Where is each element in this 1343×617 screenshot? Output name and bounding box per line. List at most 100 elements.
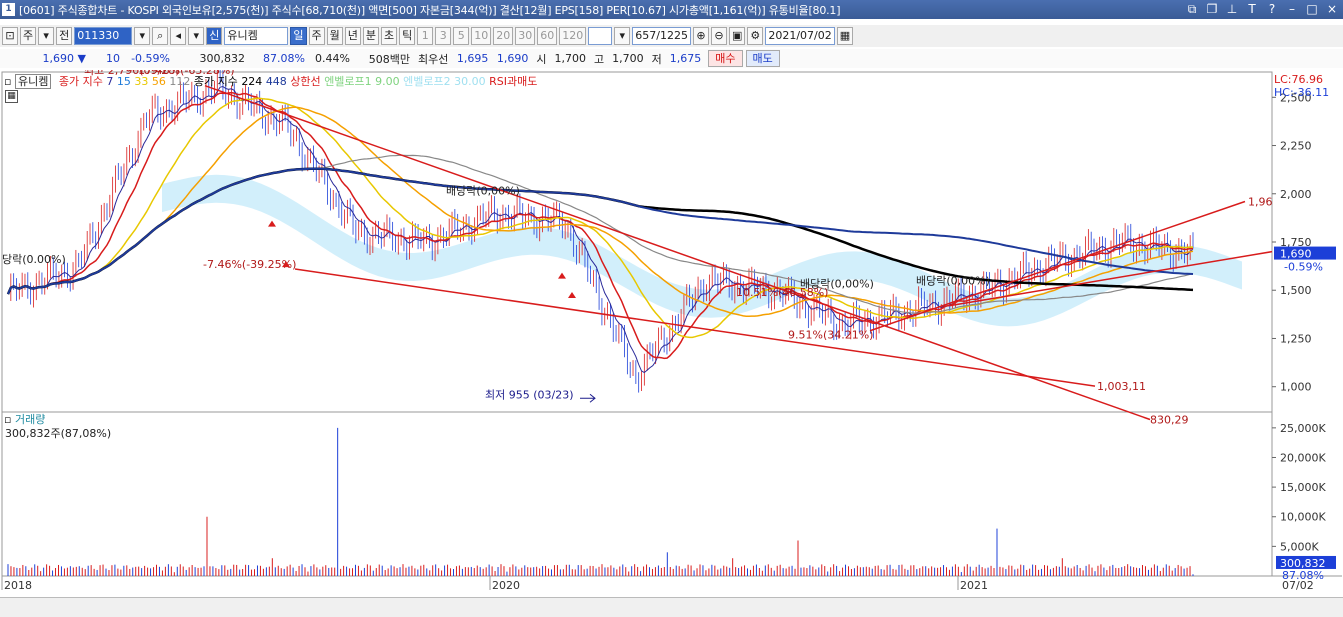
legend-ma448: 448 bbox=[265, 75, 287, 88]
interval-custom-input[interactable] bbox=[588, 27, 613, 45]
best-bid: 1,690 bbox=[496, 52, 529, 65]
grid-toggle-icon[interactable]: ▦ bbox=[5, 90, 18, 103]
price-axis-label: 2,000 bbox=[1280, 188, 1312, 201]
calendar-icon[interactable]: ▦ bbox=[836, 27, 854, 45]
legend-rsi: RSI과매도 bbox=[489, 75, 538, 88]
legend-ma56: 56 bbox=[151, 75, 166, 88]
data-count-input[interactable]: 657/1225 bbox=[632, 27, 691, 45]
legend-stock-name: 유니켐 bbox=[14, 74, 52, 89]
interval-10[interactable]: 10 bbox=[471, 27, 492, 45]
buy-button[interactable]: 매수 bbox=[708, 50, 743, 67]
trendline-label-2: 1,003,11 bbox=[1097, 380, 1146, 393]
tab-week[interactable]: 주 bbox=[308, 27, 325, 45]
font-icon[interactable]: T bbox=[1245, 1, 1259, 17]
search-icon[interactable]: ⌕ bbox=[152, 27, 169, 45]
interval-1[interactable]: 1 bbox=[417, 27, 434, 45]
high-label: 고 bbox=[594, 52, 605, 66]
market-badge: 신 bbox=[206, 27, 223, 45]
best-ask: 1,695 bbox=[456, 52, 489, 65]
minimize-icon[interactable]: – bbox=[1285, 1, 1299, 17]
current-price-axis-label: 1,690 bbox=[1280, 248, 1312, 261]
volume-axis-label: 5,000K bbox=[1280, 540, 1319, 553]
save-icon[interactable]: ▣ bbox=[728, 27, 746, 45]
tab-day[interactable]: 일 bbox=[290, 27, 307, 45]
window-title-bar: 1 [0601] 주식종합차트 - KOSPI 외국인보유[2,575(천)] … bbox=[0, 0, 1343, 19]
turnover-ratio: 0.44% bbox=[315, 52, 350, 65]
period-select[interactable]: 주 bbox=[20, 27, 37, 45]
pin-icon[interactable]: ⊥ bbox=[1225, 1, 1239, 17]
interval-20[interactable]: 20 bbox=[493, 27, 514, 45]
stock-code-input[interactable]: 011330 bbox=[74, 27, 133, 45]
interval-60[interactable]: 60 bbox=[537, 27, 558, 45]
date-input[interactable]: 2021/07/02 bbox=[765, 27, 835, 45]
interval-30[interactable]: 30 bbox=[515, 27, 536, 45]
interval-3[interactable]: 3 bbox=[435, 27, 452, 45]
low-arrow-icon bbox=[580, 393, 596, 403]
chart-toolbar: ⊡ 주 ▾ 전 011330 ▾ ⌕ ◂ ▾ 신 유니켐 일 주 월 년 분 초… bbox=[0, 25, 1343, 47]
legend-ma15: 15 bbox=[116, 75, 131, 88]
dividend-annotation-left: 당락(0.00%) bbox=[2, 253, 66, 266]
price-change: 10 bbox=[106, 52, 120, 65]
price-axis-label: 1,250 bbox=[1280, 332, 1312, 345]
price-axis-label: 1,000 bbox=[1280, 381, 1312, 394]
link-icon[interactable]: ⧉ bbox=[1185, 1, 1199, 17]
tab-second[interactable]: 초 bbox=[381, 27, 398, 45]
ma56-line bbox=[7, 106, 1194, 317]
dropdown-arrow-icon[interactable]: ▾ bbox=[38, 27, 55, 45]
interval-dropdown-icon[interactable]: ▾ bbox=[614, 27, 631, 45]
buy-signal-arrow-icon bbox=[268, 220, 276, 227]
low-label: 저 bbox=[651, 52, 662, 66]
tab-minute[interactable]: 분 bbox=[362, 27, 379, 45]
current-change-axis-label: -0.59% bbox=[1284, 261, 1323, 274]
low-annotation: 최저 955 (03/23) bbox=[485, 388, 574, 401]
lc-label: LC:76.96 bbox=[1274, 73, 1324, 86]
price-axis-label: 1,500 bbox=[1280, 284, 1312, 297]
sell-button[interactable]: 매도 bbox=[745, 50, 780, 67]
trendline-label-1: 1,96 bbox=[1248, 195, 1273, 208]
dividend-annotation-mid: 배당락(0,00%) bbox=[446, 185, 520, 198]
interval-120[interactable]: 120 bbox=[559, 27, 587, 45]
sound-icon[interactable]: ◂ bbox=[170, 27, 187, 45]
zoom-out-icon[interactable]: ⊖ bbox=[710, 27, 727, 45]
time-axis-end-label: 07/02 bbox=[1282, 579, 1314, 592]
volume-legend-current: 300,832주(87,08%) bbox=[5, 427, 112, 440]
close-icon[interactable]: × bbox=[1325, 1, 1339, 17]
quote-bar: 1,690 ▼ 10 -0.59% 300,832 87.08% 0.44% 5… bbox=[0, 49, 1343, 68]
open-label: 시 bbox=[536, 52, 547, 66]
settings-icon[interactable]: ⚙ bbox=[747, 27, 764, 45]
copy-icon[interactable]: ❐ bbox=[1205, 1, 1219, 17]
chart-layout-icon[interactable]: ⊡ bbox=[2, 27, 18, 45]
prev-button[interactable]: 전 bbox=[56, 27, 73, 45]
data-count-value: 657 bbox=[635, 29, 657, 42]
legend-ma2-label: 종가 지수 bbox=[193, 75, 238, 88]
chart-area[interactable]: 2,500 2,250 2,000 1,750 1,500 1,250 1,000 최고 2,… bbox=[0, 70, 1343, 600]
time-axis-label: 2020 bbox=[492, 579, 520, 592]
volume-value: 300,832 bbox=[199, 52, 246, 65]
tab-year[interactable]: 년 bbox=[344, 27, 361, 45]
best-quote-label: 최우선 bbox=[418, 52, 449, 66]
maximize-icon[interactable]: □ bbox=[1305, 1, 1319, 17]
price-volume-chart[interactable]: 2,5002,2502,0001,7501,5001,2501,000최고 2,… bbox=[0, 70, 1343, 600]
buy-signal-arrow-icon bbox=[558, 272, 566, 279]
time-axis-label: 2021 bbox=[960, 579, 988, 592]
volume-axis-label: 10,000K bbox=[1280, 511, 1326, 524]
code-dropdown-icon[interactable]: ▾ bbox=[134, 27, 151, 45]
legend-ma7: 7 bbox=[106, 75, 114, 88]
legend-ma112: 112 bbox=[169, 75, 191, 88]
help-icon[interactable]: ? bbox=[1265, 1, 1279, 17]
price-legend: ▫ 유니켐 종가 지수 7 15 33 56 112 종가 지수 224 448… bbox=[4, 73, 537, 89]
zoom-in-icon[interactable]: ⊕ bbox=[692, 27, 709, 45]
legend-marker-icon: ▫ bbox=[4, 75, 12, 88]
tab-month[interactable]: 월 bbox=[326, 27, 343, 45]
volume-axis-label: 20,000K bbox=[1280, 451, 1326, 464]
volume-bars-group bbox=[7, 427, 1194, 576]
pct-annotation-2: 10.51%(46.58%) bbox=[736, 286, 828, 299]
stock-name-field[interactable]: 유니켐 bbox=[224, 27, 289, 45]
legend-ma224: 224 bbox=[241, 75, 263, 88]
current-price: 1,690 ▼ bbox=[0, 52, 90, 65]
tab-tick[interactable]: 틱 bbox=[399, 27, 416, 45]
interval-5[interactable]: 5 bbox=[453, 27, 470, 45]
time-axis-label: 2018 bbox=[4, 579, 32, 592]
sound-dropdown-icon[interactable]: ▾ bbox=[188, 27, 205, 45]
volume-axis-label: 25,000K bbox=[1280, 422, 1326, 435]
